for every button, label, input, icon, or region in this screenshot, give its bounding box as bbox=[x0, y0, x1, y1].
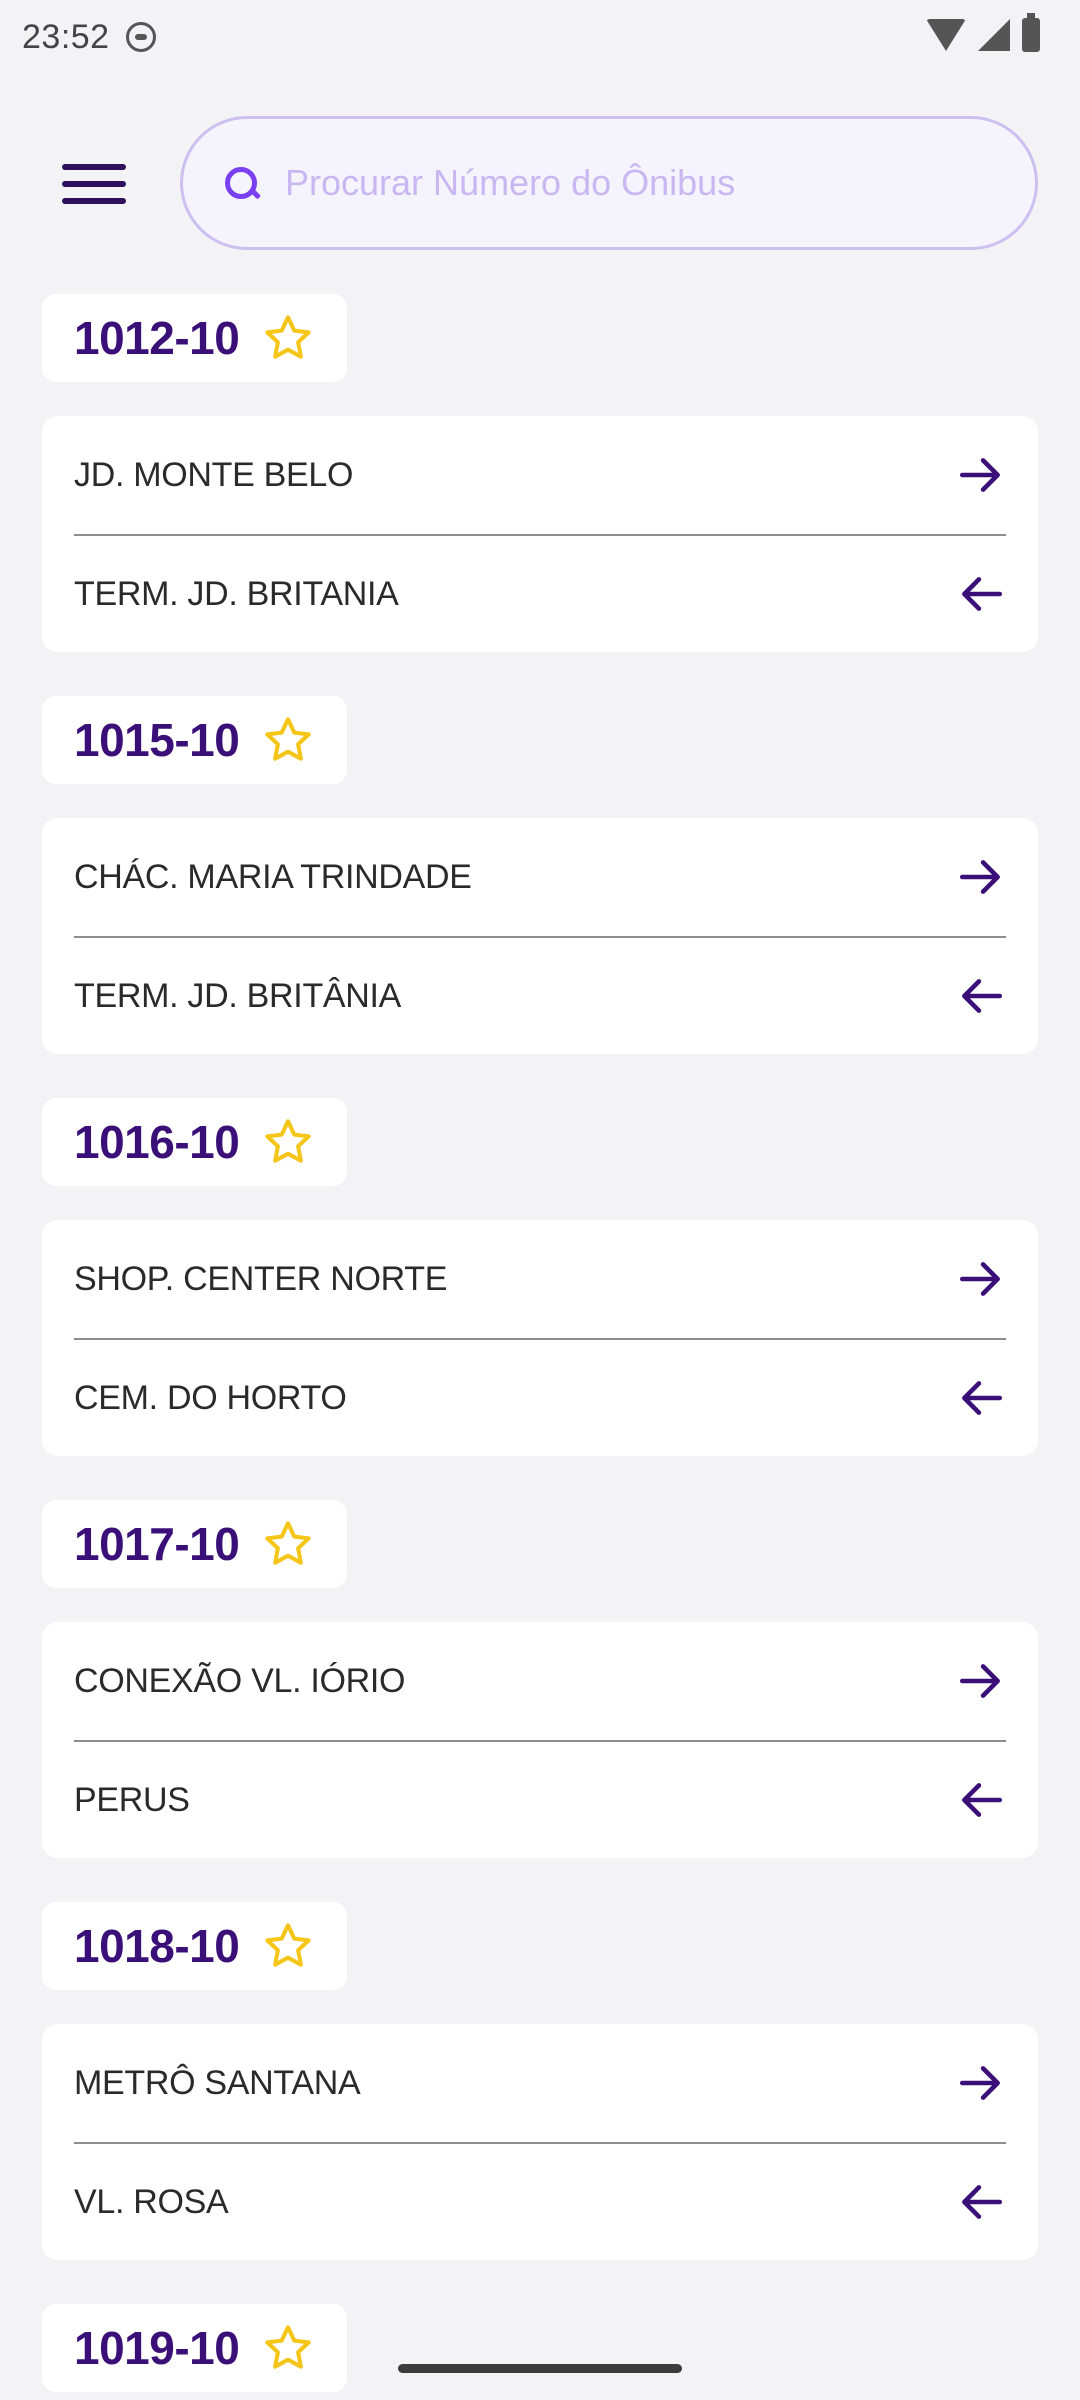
destination-label: CHÁC. MARIA TRINDADE bbox=[74, 857, 472, 896]
arrow-right-icon bbox=[959, 1262, 1000, 1296]
arrow-left-icon bbox=[962, 577, 1003, 611]
arrow-right-icon bbox=[959, 2066, 1000, 2100]
destination-label: VL. ROSA bbox=[74, 2182, 229, 2221]
line-number: 1016-10 bbox=[74, 1116, 240, 1168]
route-row-back[interactable]: TERM. JD. BRITANIA bbox=[74, 534, 1006, 652]
line-tag: 1015-10 bbox=[42, 696, 348, 784]
destination-label: CEM. DO HORTO bbox=[74, 1378, 347, 1417]
route-row-forward[interactable]: JD. MONTE BELO bbox=[74, 416, 1006, 534]
line-group: 1012-10 JD. MONTE BELO TERM. JD. BRITANI… bbox=[42, 294, 1038, 652]
line-tag: 1012-10 bbox=[42, 294, 348, 382]
line-tag: 1017-10 bbox=[42, 1500, 348, 1588]
line-number: 1017-10 bbox=[74, 1518, 240, 1570]
line-group: 1016-10 SHOP. CENTER NORTE CEM. DO HORTO bbox=[42, 1098, 1038, 1456]
status-bar: 23:52 bbox=[0, 0, 1080, 74]
line-tag: 1018-10 bbox=[42, 1902, 348, 1990]
star-icon[interactable] bbox=[261, 1115, 315, 1169]
star-icon[interactable] bbox=[261, 311, 315, 365]
star-icon[interactable] bbox=[261, 2321, 315, 2375]
search-icon bbox=[223, 163, 263, 203]
line-number: 1012-10 bbox=[74, 312, 240, 364]
destination-label: METRÔ SANTANA bbox=[74, 2063, 361, 2102]
destination-label: PERUS bbox=[74, 1780, 190, 1819]
destination-label: TERM. JD. BRITÂNIA bbox=[74, 976, 402, 1015]
arrow-right-icon bbox=[959, 458, 1000, 492]
arrow-left-icon bbox=[962, 979, 1003, 1013]
arrow-right-icon bbox=[959, 1664, 1000, 1698]
line-tag: 1016-10 bbox=[42, 1098, 348, 1186]
destination-label: CONEXÃO VL. IÓRIO bbox=[74, 1661, 406, 1700]
line-group: 1015-10 CHÁC. MARIA TRINDADE TERM. JD. B… bbox=[42, 696, 1038, 1054]
line-number: 1019-10 bbox=[74, 2322, 240, 2374]
route-row-forward[interactable]: CHÁC. MARIA TRINDADE bbox=[74, 818, 1006, 936]
star-icon[interactable] bbox=[261, 1517, 315, 1571]
destination-label: JD. MONTE BELO bbox=[74, 455, 354, 494]
wifi-icon bbox=[926, 19, 966, 51]
star-icon[interactable] bbox=[261, 713, 315, 767]
line-group: 1017-10 CONEXÃO VL. IÓRIO PERUS bbox=[42, 1500, 1038, 1858]
line-group: 1019-10 bbox=[42, 2304, 1038, 2400]
line-number: 1018-10 bbox=[74, 1920, 240, 1972]
app-header bbox=[0, 116, 1080, 252]
route-row-back[interactable]: PERUS bbox=[74, 1740, 1006, 1858]
arrow-left-icon bbox=[962, 2185, 1003, 2219]
route-row-back[interactable]: CEM. DO HORTO bbox=[74, 1338, 1006, 1456]
destination-label: SHOP. CENTER NORTE bbox=[74, 1259, 448, 1298]
route-card: METRÔ SANTANA VL. ROSA bbox=[42, 2024, 1038, 2260]
route-row-back[interactable]: VL. ROSA bbox=[74, 2142, 1006, 2260]
status-time: 23:52 bbox=[22, 17, 110, 56]
line-tag: 1019-10 bbox=[42, 2304, 348, 2392]
battery-icon bbox=[1022, 13, 1040, 52]
route-card: CHÁC. MARIA TRINDADE TERM. JD. BRITÂNIA bbox=[42, 818, 1038, 1054]
route-card: CONEXÃO VL. IÓRIO PERUS bbox=[42, 1622, 1038, 1858]
route-row-back[interactable]: TERM. JD. BRITÂNIA bbox=[74, 936, 1006, 1054]
bus-line-list: 1012-10 JD. MONTE BELO TERM. JD. BRITANI… bbox=[42, 294, 1038, 2400]
route-row-forward[interactable]: CONEXÃO VL. IÓRIO bbox=[74, 1622, 1006, 1740]
route-row-forward[interactable]: SHOP. CENTER NORTE bbox=[74, 1220, 1006, 1338]
star-icon[interactable] bbox=[261, 1919, 315, 1973]
arrow-left-icon bbox=[962, 1381, 1003, 1415]
search-input[interactable] bbox=[285, 162, 1025, 204]
route-card: JD. MONTE BELO TERM. JD. BRITANIA bbox=[42, 416, 1038, 652]
home-indicator[interactable] bbox=[398, 2364, 682, 2373]
status-icons bbox=[926, 13, 1040, 52]
hamburger-icon[interactable] bbox=[52, 152, 136, 216]
route-row-forward[interactable]: METRÔ SANTANA bbox=[74, 2024, 1006, 2142]
signal-icon bbox=[978, 19, 1010, 51]
arrow-left-icon bbox=[962, 1783, 1003, 1817]
search-bar[interactable] bbox=[180, 116, 1038, 250]
line-group: 1018-10 METRÔ SANTANA VL. ROSA bbox=[42, 1902, 1038, 2260]
destination-label: TERM. JD. BRITANIA bbox=[74, 574, 399, 613]
line-number: 1015-10 bbox=[74, 714, 240, 766]
notification-icon bbox=[125, 22, 156, 52]
arrow-right-icon bbox=[959, 860, 1000, 894]
route-card: SHOP. CENTER NORTE CEM. DO HORTO bbox=[42, 1220, 1038, 1456]
